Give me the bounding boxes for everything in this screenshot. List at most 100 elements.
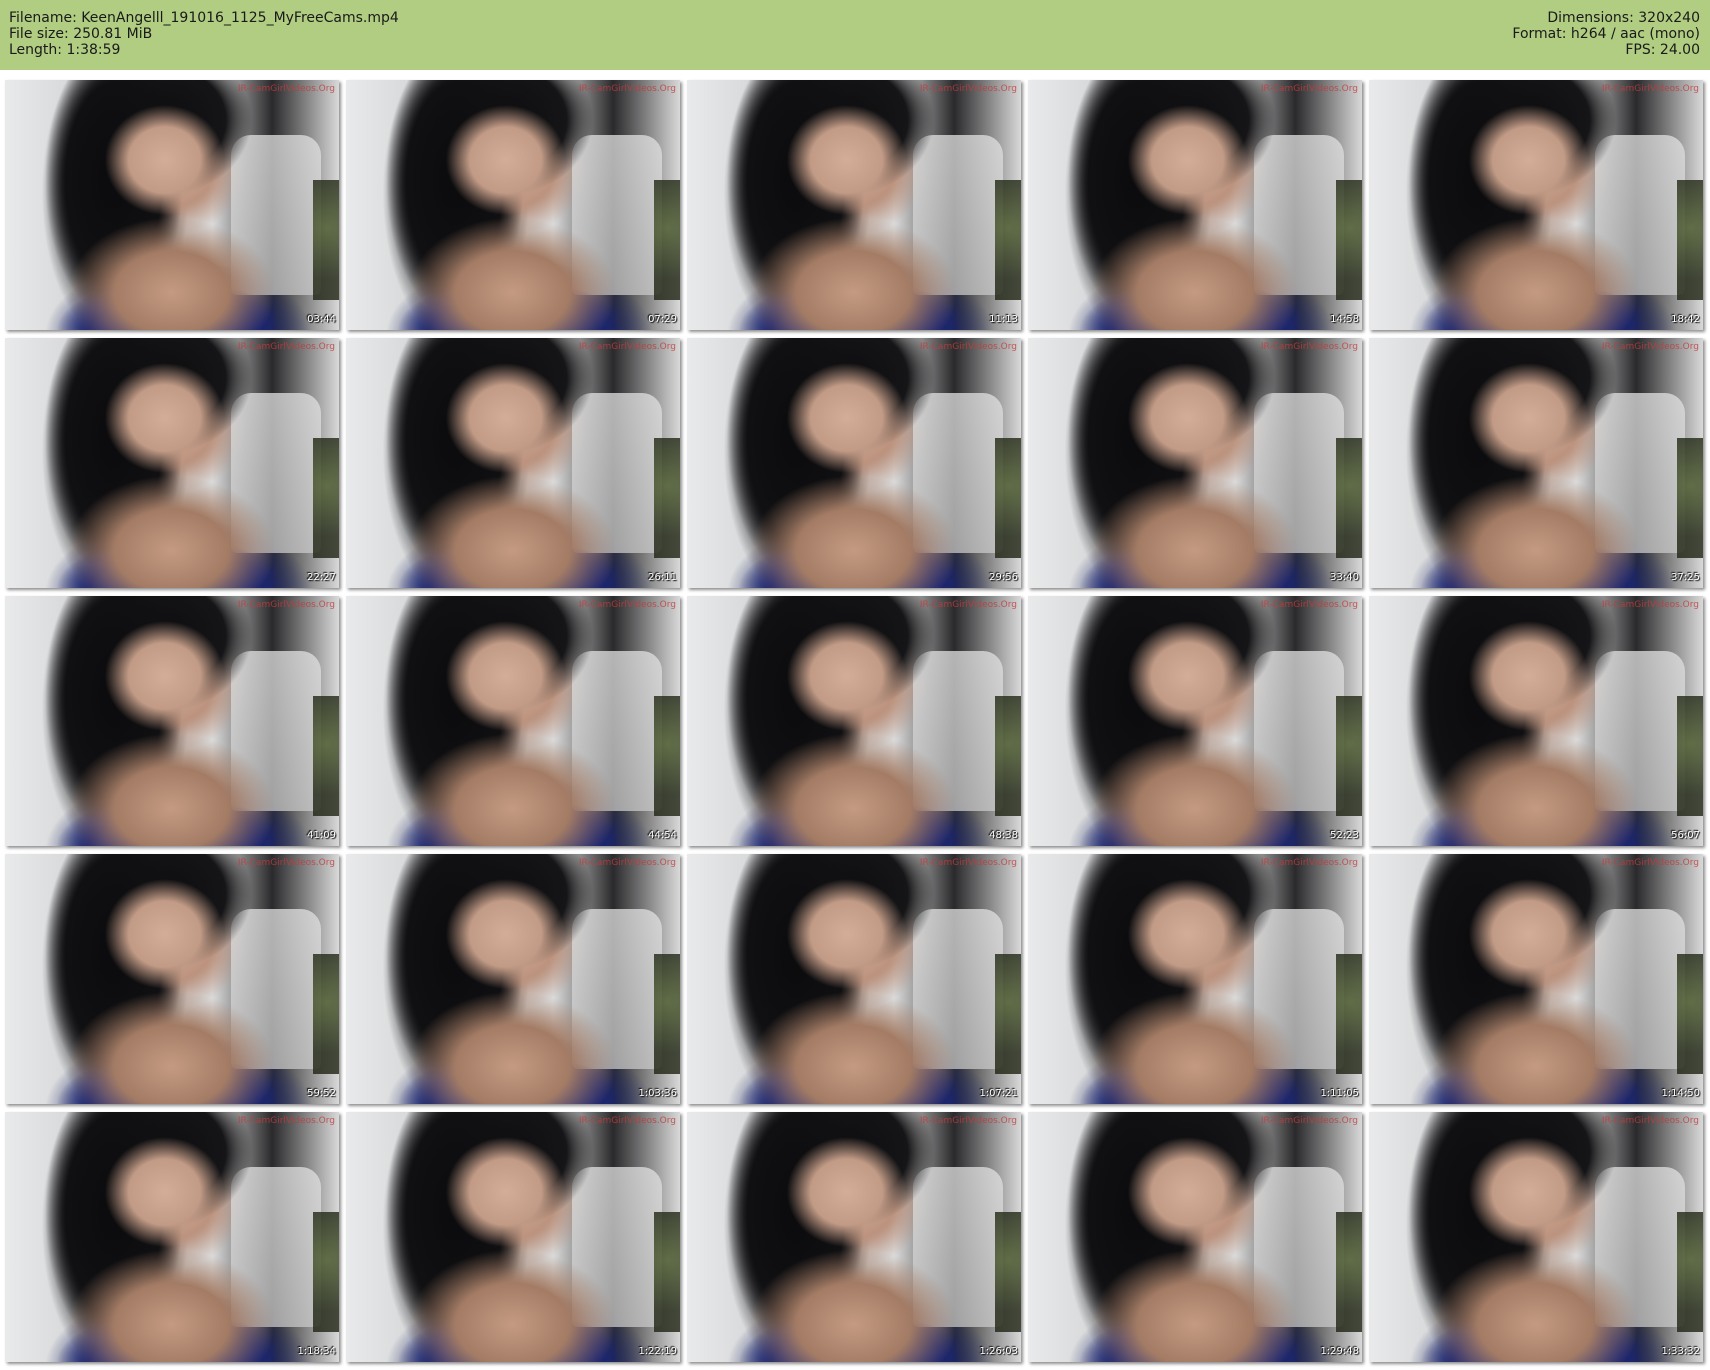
background-plant	[654, 954, 680, 1074]
person-image	[727, 338, 957, 588]
person-image	[45, 854, 275, 1104]
person-image	[1068, 1112, 1298, 1362]
watermark-text: IR-CamGirlVideos.Org	[578, 84, 676, 94]
thumbnail-frame: IR-CamGirlVideos.Org 1:22:19	[346, 1112, 680, 1362]
metadata-header: Filename: KeenAngelll_191016_1125_MyFree…	[0, 0, 1710, 70]
frame-timestamp: 18:42	[1671, 314, 1700, 325]
person-image	[386, 854, 616, 1104]
background-plant	[995, 954, 1021, 1074]
background-plant	[654, 180, 680, 300]
background-plant	[995, 696, 1021, 816]
person-image	[1068, 596, 1298, 846]
frame-timestamp: 56:07	[1671, 830, 1700, 841]
frame-timestamp: 44:54	[648, 830, 677, 841]
frame-timestamp: 22:27	[307, 572, 336, 583]
frame-timestamp: 1:22:19	[638, 1346, 677, 1357]
watermark-text: IR-CamGirlVideos.Org	[1601, 84, 1699, 94]
background-plant	[995, 1212, 1021, 1332]
watermark-text: IR-CamGirlVideos.Org	[919, 1116, 1017, 1126]
frame-timestamp: 1:26:03	[979, 1346, 1018, 1357]
watermark-text: IR-CamGirlVideos.Org	[578, 858, 676, 868]
frame-timestamp: 14:58	[1330, 314, 1359, 325]
frame-timestamp: 26:11	[648, 572, 677, 583]
thumbnail-frame: IR-CamGirlVideos.Org 1:03:36	[346, 854, 680, 1104]
thumbnail-frame: IR-CamGirlVideos.Org 1:29:48	[1028, 1112, 1362, 1362]
watermark-text: IR-CamGirlVideos.Org	[237, 342, 335, 352]
background-plant	[1336, 954, 1362, 1074]
video-info: Dimensions: 320x240 Format: h264 / aac (…	[1512, 10, 1700, 58]
frame-timestamp: 52:23	[1330, 830, 1359, 841]
background-plant	[1677, 438, 1703, 558]
watermark-text: IR-CamGirlVideos.Org	[919, 342, 1017, 352]
frame-timestamp: 1:07:21	[979, 1088, 1018, 1099]
person-image	[1068, 854, 1298, 1104]
frame-timestamp: 29:56	[989, 572, 1018, 583]
person-image	[727, 854, 957, 1104]
thumbnail-frame: IR-CamGirlVideos.Org 37:25	[1369, 338, 1703, 588]
watermark-text: IR-CamGirlVideos.Org	[237, 84, 335, 94]
thumbnail-frame: IR-CamGirlVideos.Org 1:18:34	[5, 1112, 339, 1362]
filesize-text: File size: 250.81 MiB	[9, 26, 153, 42]
thumbnail-frame: IR-CamGirlVideos.Org 59:52	[5, 854, 339, 1104]
watermark-text: IR-CamGirlVideos.Org	[1260, 84, 1358, 94]
watermark-text: IR-CamGirlVideos.Org	[1260, 1116, 1358, 1126]
person-image	[45, 1112, 275, 1362]
background-plant	[995, 180, 1021, 300]
watermark-text: IR-CamGirlVideos.Org	[578, 1116, 676, 1126]
format-text: Format: h264 / aac (mono)	[1512, 26, 1700, 42]
watermark-text: IR-CamGirlVideos.Org	[1601, 1116, 1699, 1126]
person-image	[727, 80, 957, 330]
watermark-text: IR-CamGirlVideos.Org	[919, 600, 1017, 610]
frame-timestamp: 1:14:50	[1661, 1088, 1700, 1099]
background-plant	[313, 180, 339, 300]
frame-timestamp: 1:18:34	[297, 1346, 336, 1357]
background-plant	[313, 954, 339, 1074]
watermark-text: IR-CamGirlVideos.Org	[1260, 858, 1358, 868]
watermark-text: IR-CamGirlVideos.Org	[237, 1116, 335, 1126]
frame-timestamp: 07:29	[648, 314, 677, 325]
thumbnail-frame: IR-CamGirlVideos.Org 48:38	[687, 596, 1021, 846]
background-plant	[313, 696, 339, 816]
thumbnail-frame: IR-CamGirlVideos.Org 1:14:50	[1369, 854, 1703, 1104]
background-plant	[654, 1212, 680, 1332]
thumbnail-frame: IR-CamGirlVideos.Org 1:33:32	[1369, 1112, 1703, 1362]
person-image	[386, 80, 616, 330]
background-plant	[1677, 1212, 1703, 1332]
frame-timestamp: 37:25	[1671, 572, 1700, 583]
person-image	[45, 338, 275, 588]
person-image	[1409, 596, 1639, 846]
filename-text: Filename: KeenAngelll_191016_1125_MyFree…	[9, 10, 399, 26]
watermark-text: IR-CamGirlVideos.Org	[919, 858, 1017, 868]
person-image	[45, 596, 275, 846]
person-image	[727, 1112, 957, 1362]
thumbnail-frame: IR-CamGirlVideos.Org 1:26:03	[687, 1112, 1021, 1362]
background-plant	[995, 438, 1021, 558]
watermark-text: IR-CamGirlVideos.Org	[1260, 342, 1358, 352]
thumbnail-frame: IR-CamGirlVideos.Org 03:44	[5, 80, 339, 330]
frame-timestamp: 03:44	[307, 314, 336, 325]
background-plant	[1336, 696, 1362, 816]
watermark-text: IR-CamGirlVideos.Org	[1260, 600, 1358, 610]
thumbnail-frame: IR-CamGirlVideos.Org 18:42	[1369, 80, 1703, 330]
frame-timestamp: 1:11:05	[1320, 1088, 1359, 1099]
thumbnail-frame: IR-CamGirlVideos.Org 14:58	[1028, 80, 1362, 330]
person-image	[1409, 80, 1639, 330]
background-plant	[1336, 1212, 1362, 1332]
person-image	[386, 596, 616, 846]
background-plant	[1677, 696, 1703, 816]
dimensions-text: Dimensions: 320x240	[1547, 10, 1700, 26]
background-plant	[1677, 180, 1703, 300]
watermark-text: IR-CamGirlVideos.Org	[578, 342, 676, 352]
frame-timestamp: 33:40	[1330, 572, 1359, 583]
thumbnail-frame: IR-CamGirlVideos.Org 26:11	[346, 338, 680, 588]
frame-timestamp: 1:29:48	[1320, 1346, 1359, 1357]
frame-timestamp: 1:33:32	[1661, 1346, 1700, 1357]
frame-timestamp: 1:03:36	[638, 1088, 677, 1099]
frame-timestamp: 11:13	[989, 314, 1018, 325]
thumbnail-frame: IR-CamGirlVideos.Org 22:27	[5, 338, 339, 588]
background-plant	[313, 1212, 339, 1332]
thumbnail-frame: IR-CamGirlVideos.Org 41:09	[5, 596, 339, 846]
fps-text: FPS: 24.00	[1625, 42, 1700, 58]
thumbnail-frame: IR-CamGirlVideos.Org 33:40	[1028, 338, 1362, 588]
frame-timestamp: 59:52	[307, 1088, 336, 1099]
